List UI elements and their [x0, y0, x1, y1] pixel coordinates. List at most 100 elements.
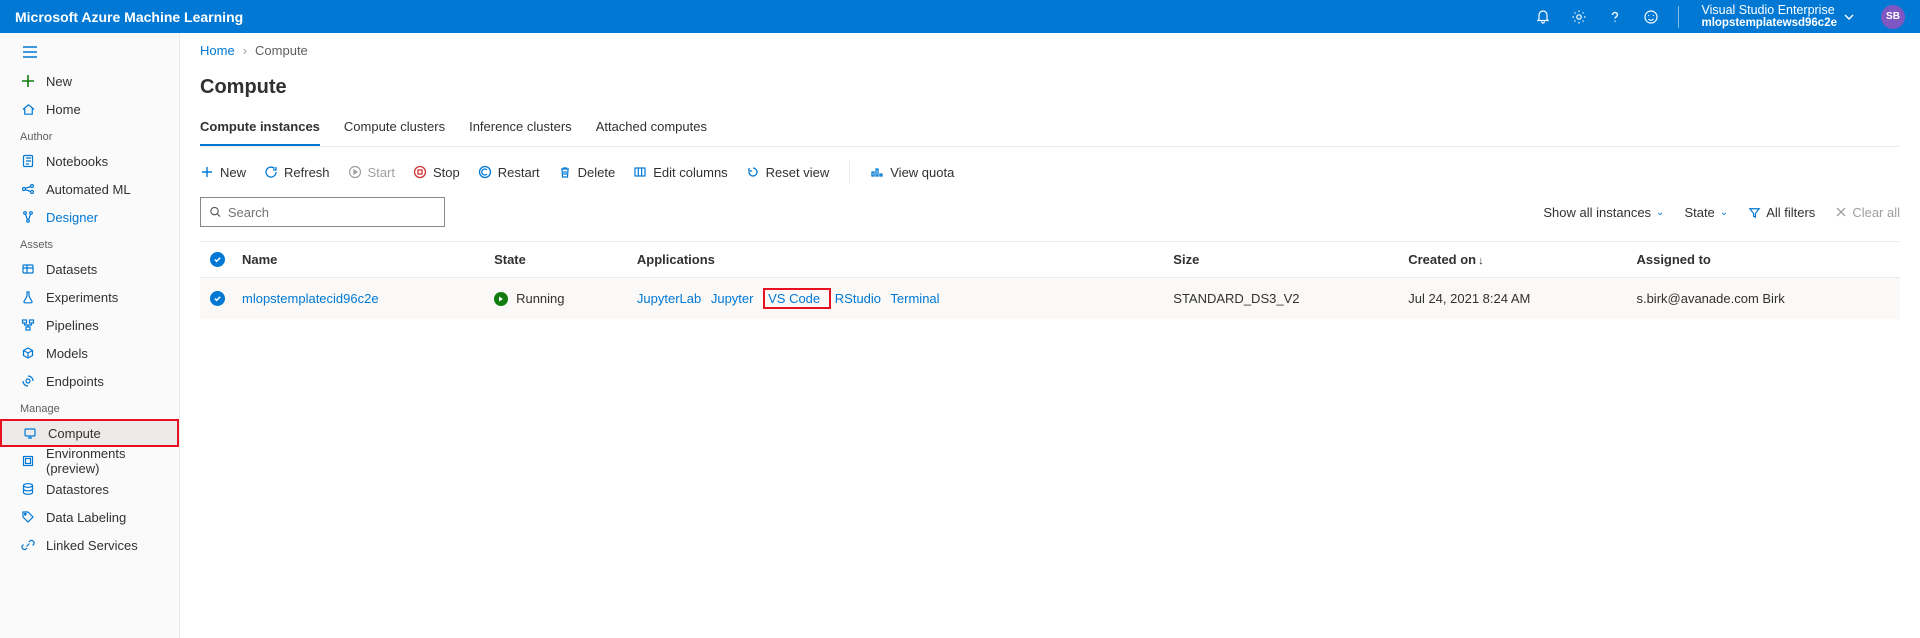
breadcrumb: Home › Compute [200, 43, 1900, 58]
sidebar-item-datastores[interactable]: Datastores [0, 475, 179, 503]
sidebar-item-environments[interactable]: Environments (preview) [0, 447, 179, 475]
page-title: Compute [200, 76, 1900, 99]
app-vscode[interactable]: VS Code [768, 291, 820, 306]
search-input[interactable] [228, 205, 436, 220]
product-name: Microsoft Azure Machine Learning [15, 9, 243, 25]
settings-icon[interactable] [1570, 8, 1588, 26]
reset-view-button[interactable]: Reset view [746, 165, 830, 180]
column-applications[interactable]: Applications [629, 242, 1165, 278]
chevron-down-icon: ⌄ [1720, 207, 1728, 218]
view-quota-button[interactable]: View quota [870, 165, 954, 180]
notebook-icon [20, 153, 36, 169]
app-jupyterlab[interactable]: JupyterLab [637, 291, 701, 306]
instance-name-link[interactable]: mlopstemplatecid96c2e [242, 291, 379, 306]
edit-columns-button[interactable]: Edit columns [633, 165, 727, 180]
sidebar-label-data-labeling: Data Labeling [46, 510, 126, 525]
tab-compute-instances[interactable]: Compute instances [200, 113, 320, 146]
sidebar-item-pipelines[interactable]: Pipelines [0, 311, 179, 339]
sidebar-item-experiments[interactable]: Experiments [0, 283, 179, 311]
column-created-on[interactable]: Created on↓ [1400, 242, 1628, 278]
filter-bar: Show all instances ⌄ State ⌄ All filters… [1543, 205, 1900, 220]
pipelines-icon [20, 317, 36, 333]
toolbar-separator [849, 161, 850, 183]
state-filter-dropdown[interactable]: State ⌄ [1684, 205, 1728, 220]
sidebar-item-notebooks[interactable]: Notebooks [0, 147, 179, 175]
search-icon [209, 205, 222, 219]
tab-inference-clusters[interactable]: Inference clusters [469, 113, 572, 146]
tab-compute-clusters[interactable]: Compute clusters [344, 113, 445, 146]
subscription-name: Visual Studio Enterprise [1701, 3, 1837, 17]
assigned-to-cell: s.birk@avanade.com Birk [1628, 278, 1900, 320]
flask-icon [20, 289, 36, 305]
check-circle-icon [210, 252, 225, 267]
app-jupyter[interactable]: Jupyter [711, 291, 754, 306]
sidebar-item-linked-services[interactable]: Linked Services [0, 531, 179, 559]
sidebar-label-environments: Environments (preview) [46, 446, 169, 476]
notifications-icon[interactable] [1534, 8, 1552, 26]
start-button[interactable]: Start [348, 165, 395, 180]
sidebar-item-data-labeling[interactable]: Data Labeling [0, 503, 179, 531]
app-rstudio[interactable]: RStudio [835, 291, 881, 306]
compute-instances-table: Name State Applications Size Created on↓… [200, 241, 1900, 319]
user-avatar[interactable]: SB [1881, 5, 1905, 29]
endpoints-icon [20, 373, 36, 389]
sidebar-label-endpoints: Endpoints [46, 374, 104, 389]
restart-button[interactable]: Restart [478, 165, 540, 180]
column-size[interactable]: Size [1165, 242, 1400, 278]
sidebar-item-compute[interactable]: Compute [0, 419, 179, 447]
sidebar-item-new[interactable]: New [0, 67, 179, 95]
show-all-instances-dropdown[interactable]: Show all instances ⌄ [1543, 205, 1664, 220]
column-state[interactable]: State [486, 242, 629, 278]
breadcrumb-current: Compute [255, 43, 308, 58]
feedback-icon[interactable] [1642, 8, 1660, 26]
sidebar-label-home: Home [46, 102, 81, 117]
search-input-wrapper[interactable] [200, 197, 445, 227]
new-button[interactable]: New [200, 165, 246, 180]
tag-icon [20, 509, 36, 525]
sidebar-item-automl[interactable]: Automated ML [0, 175, 179, 203]
table-row[interactable]: mlopstemplatecid96c2e Running JupyterLab… [200, 278, 1900, 320]
sidebar-item-datasets[interactable]: Datasets [0, 255, 179, 283]
sidebar-item-home[interactable]: Home [0, 95, 179, 123]
refresh-button[interactable]: Refresh [264, 165, 330, 180]
column-name[interactable]: Name [234, 242, 486, 278]
sidebar-label-linked-services: Linked Services [46, 538, 138, 553]
breadcrumb-separator: › [243, 43, 247, 58]
delete-button[interactable]: Delete [558, 165, 616, 180]
menu-icon [22, 44, 38, 60]
sidebar-item-endpoints[interactable]: Endpoints [0, 367, 179, 395]
home-icon [20, 101, 36, 117]
column-assigned-to[interactable]: Assigned to [1628, 242, 1900, 278]
status-badge: Running [494, 291, 564, 306]
link-icon [20, 537, 36, 553]
running-icon [494, 292, 508, 306]
all-filters-button[interactable]: All filters [1748, 205, 1815, 220]
sidebar-item-designer[interactable]: Designer [0, 203, 179, 231]
toolbar: New Refresh Start Stop Restart Delete [200, 161, 1900, 183]
help-icon[interactable] [1606, 8, 1624, 26]
row-select[interactable] [200, 278, 234, 320]
sort-arrow-icon: ↓ [1478, 255, 1484, 267]
sidebar-label-experiments: Experiments [46, 290, 118, 305]
sidebar-label-designer: Designer [46, 210, 98, 225]
sidebar-label-datasets: Datasets [46, 262, 97, 277]
subscription-picker[interactable]: Visual Studio Enterprise mlopstemplatews… [1697, 3, 1855, 31]
select-all-header[interactable] [200, 242, 234, 278]
sidebar-label-datastores: Datastores [46, 482, 109, 497]
designer-icon [20, 209, 36, 225]
topbar-separator [1678, 6, 1679, 28]
breadcrumb-home[interactable]: Home [200, 43, 235, 58]
plus-icon [20, 73, 36, 89]
app-terminal[interactable]: Terminal [890, 291, 939, 306]
sidebar-section-manage: Manage [0, 395, 179, 419]
datasets-icon [20, 261, 36, 277]
sidebar-label-compute: Compute [48, 426, 101, 441]
sidebar-item-models[interactable]: Models [0, 339, 179, 367]
sidebar-section-assets: Assets [0, 231, 179, 255]
clear-all-button[interactable]: Clear all [1835, 205, 1900, 220]
stop-button[interactable]: Stop [413, 165, 460, 180]
sidebar-section-author: Author [0, 123, 179, 147]
check-circle-icon [210, 291, 225, 306]
hamburger-button[interactable] [0, 37, 179, 67]
tab-attached-computes[interactable]: Attached computes [596, 113, 707, 146]
